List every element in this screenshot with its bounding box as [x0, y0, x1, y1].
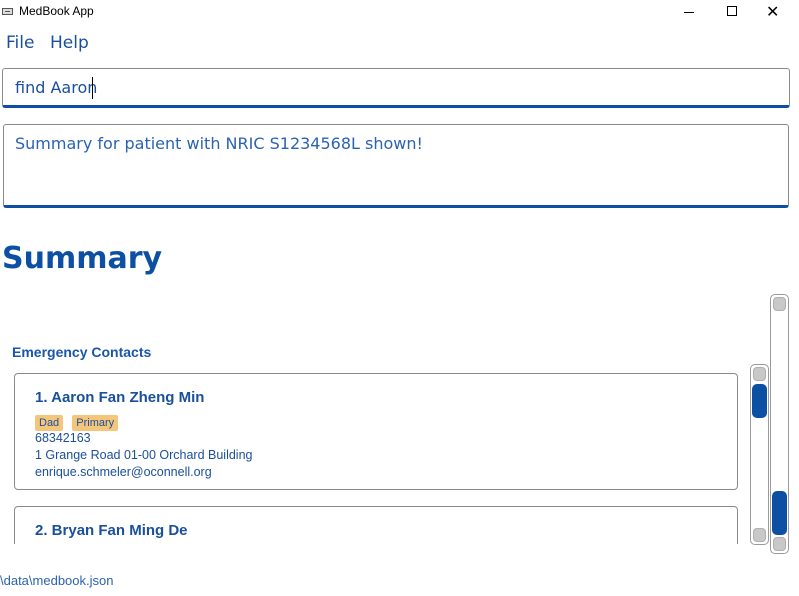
- summary-scroll-thumb[interactable]: [772, 491, 787, 535]
- summary-scrollbar[interactable]: [770, 294, 789, 554]
- close-button[interactable]: ✕: [756, 0, 799, 24]
- command-box[interactable]: [2, 68, 790, 108]
- command-input[interactable]: [15, 78, 715, 97]
- emergency-contacts-label: Emergency Contacts: [12, 344, 152, 360]
- contact-name: 2. Bryan Fan Ming De: [35, 522, 188, 539]
- contact-tags: Dad Primary: [35, 411, 122, 431]
- menu-file[interactable]: File: [6, 33, 34, 53]
- text-caret: [92, 77, 93, 99]
- contact-card[interactable]: 1. Aaron Fan Zheng Min Dad Primary 68342…: [14, 373, 738, 490]
- contacts-scrollbar[interactable]: [750, 364, 769, 545]
- scroll-down-button[interactable]: [773, 537, 786, 551]
- maximize-icon: [727, 6, 737, 16]
- maximize-button[interactable]: [712, 0, 758, 24]
- scroll-down-button[interactable]: [753, 528, 766, 542]
- contact-name: 1. Aaron Fan Zheng Min: [35, 389, 205, 406]
- status-bar-path: \data\medbook.json: [0, 573, 114, 588]
- result-message: Summary for patient with NRIC S1234568L …: [15, 134, 423, 153]
- close-icon: ✕: [766, 2, 780, 21]
- contact-email: enrique.schmeler@oconnell.org: [35, 465, 212, 479]
- tag-primary: Primary: [72, 415, 119, 431]
- contact-address: 1 Grange Road 01-00 Orchard Building: [35, 448, 253, 462]
- contact-phone: 68342163: [35, 431, 91, 445]
- scroll-up-button[interactable]: [753, 367, 766, 381]
- minimize-icon: [684, 12, 694, 13]
- menu-help[interactable]: Help: [50, 33, 89, 53]
- contact-card[interactable]: 2. Bryan Fan Ming De: [14, 506, 738, 544]
- emergency-contacts-list: 1. Aaron Fan Zheng Min Dad Primary 68342…: [0, 364, 770, 544]
- minimize-button[interactable]: [666, 0, 712, 24]
- contacts-scroll-thumb[interactable]: [752, 384, 767, 418]
- title-bar: MedBook App ✕: [0, 0, 799, 24]
- result-display[interactable]: Summary for patient with NRIC S1234568L …: [3, 124, 789, 208]
- scroll-up-button[interactable]: [773, 297, 786, 311]
- app-window-icon: [2, 8, 13, 15]
- window-title: MedBook App: [19, 4, 94, 18]
- tag-relationship: Dad: [35, 415, 64, 431]
- summary-heading: Summary: [2, 241, 163, 276]
